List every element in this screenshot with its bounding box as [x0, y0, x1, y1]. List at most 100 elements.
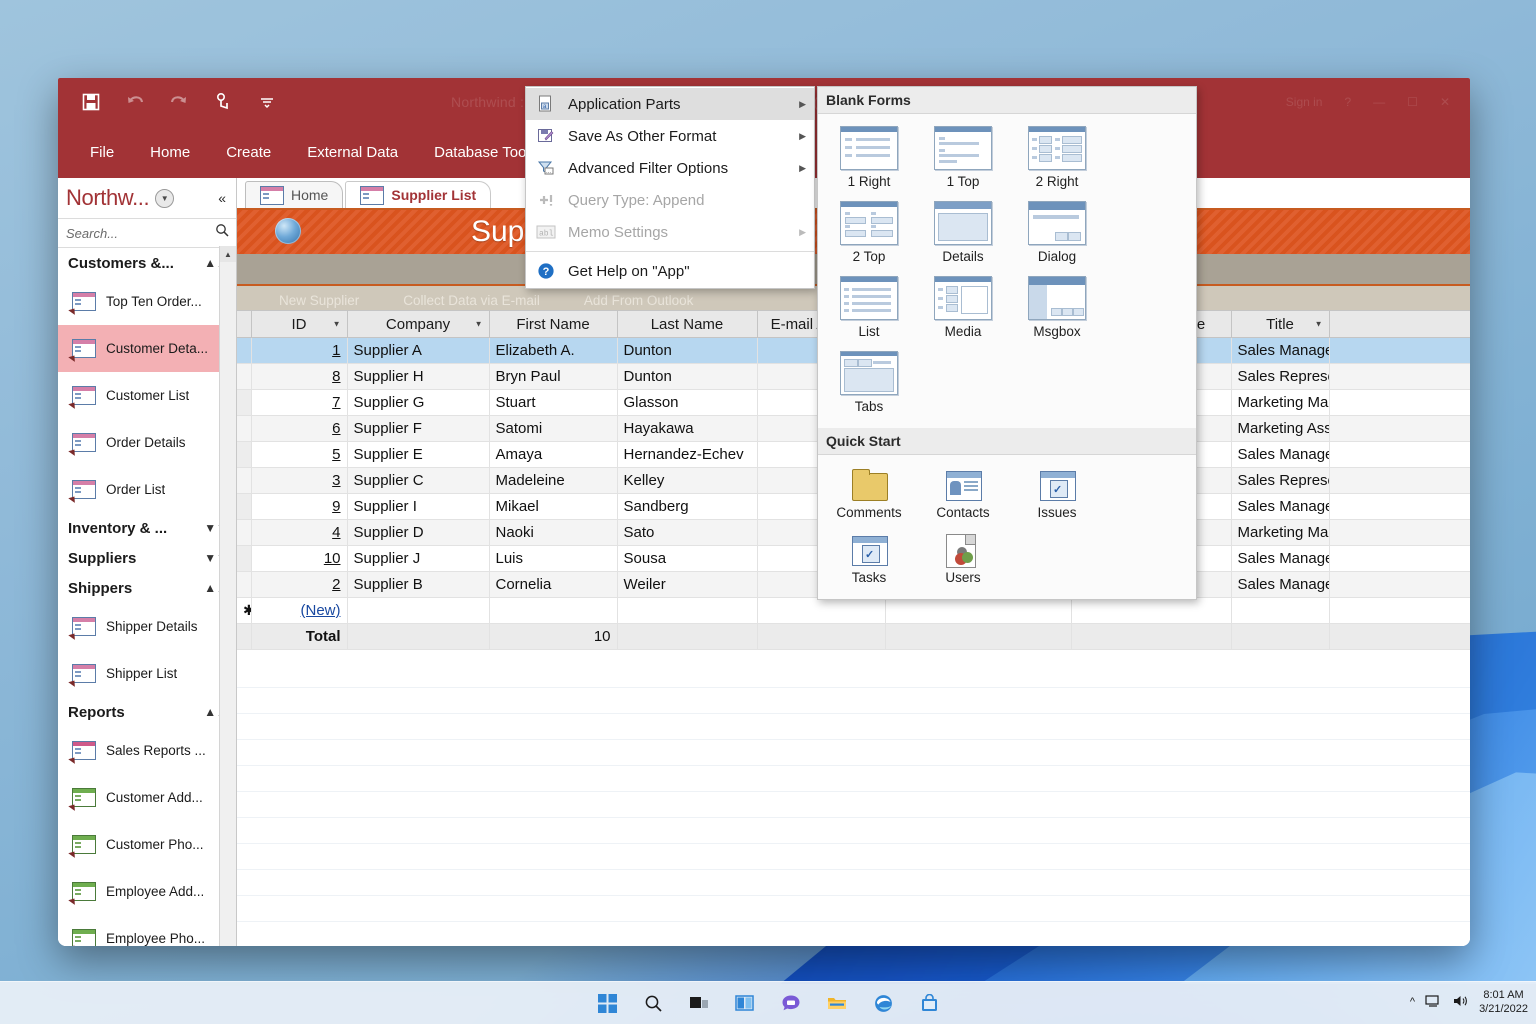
cell-id[interactable]: 4 [251, 520, 347, 546]
collapse-navigation-pane-icon[interactable]: « [218, 190, 230, 206]
gallery-item-2-right[interactable]: 2 Right [1010, 120, 1104, 195]
menu-item-application-parts[interactable]: a Application Parts ▶ [526, 88, 814, 120]
cell-company[interactable]: Supplier C [347, 468, 489, 494]
cell-last-name[interactable] [617, 598, 757, 624]
nav-group-inventory[interactable]: Inventory & ... ▼▼ [58, 513, 236, 543]
cell-id[interactable]: 2 [251, 572, 347, 598]
cell-id[interactable]: 7 [251, 390, 347, 416]
widgets-icon[interactable] [733, 991, 757, 1015]
row-selector[interactable] [237, 364, 251, 390]
gallery-item-contacts[interactable]: Contacts [916, 461, 1010, 526]
restore-button[interactable]: ☐ [1397, 91, 1428, 113]
cell-company[interactable]: Supplier H [347, 364, 489, 390]
menu-item-get-help-on-app[interactable]: ? Get Help on "App" [526, 255, 814, 287]
column-header-id[interactable]: ID▼ [251, 311, 347, 338]
cell-title[interactable]: Sales Representative [1231, 364, 1329, 390]
ribbon-tab-home[interactable]: Home [134, 136, 206, 169]
column-header-title[interactable]: Title▼ [1231, 311, 1329, 338]
nav-group-suppliers[interactable]: Suppliers ▼▼ [58, 543, 236, 573]
cell-company[interactable]: Supplier B [347, 572, 489, 598]
navigation-pane-scrollbar[interactable]: ▲ [219, 246, 236, 946]
cell-title[interactable]: Sales Manager [1231, 442, 1329, 468]
row-selector[interactable] [237, 442, 251, 468]
gallery-item-tasks[interactable]: ✓ Tasks [822, 526, 916, 591]
cell-title[interactable]: Marketing Assistant [1231, 416, 1329, 442]
row-selector[interactable] [237, 338, 251, 364]
chevron-down-icon[interactable]: ▼ [333, 320, 341, 329]
gallery-item-comments[interactable]: Comments [822, 461, 916, 526]
menu-item-advanced-filter-options[interactable]: ... Advanced Filter Options ▶ [526, 152, 814, 184]
new-record-link[interactable]: (New) [251, 598, 347, 624]
cell-title[interactable]: Sales Manager [1231, 338, 1329, 364]
nav-group-customers[interactable]: Customers &... ▲▲ [58, 248, 236, 278]
new-record-row[interactable]: ✱ (New) [237, 598, 1470, 624]
nav-item-order-details[interactable]: Order Details [58, 419, 236, 466]
taskview-icon[interactable] [687, 991, 711, 1015]
gallery-item-users[interactable]: Users [916, 526, 1010, 591]
document-tab-home[interactable]: Home [245, 181, 343, 208]
row-selector[interactable] [237, 520, 251, 546]
select-all-header[interactable] [237, 311, 251, 338]
start-icon[interactable] [595, 991, 619, 1015]
gallery-item-tabs[interactable]: Tabs [822, 345, 916, 420]
cell-id[interactable]: 1 [251, 338, 347, 364]
gallery-item-1-top[interactable]: 1 Top [916, 120, 1010, 195]
cell-company[interactable]: Supplier I [347, 494, 489, 520]
cell-title[interactable]: Marketing Manager [1231, 390, 1329, 416]
gallery-item-list[interactable]: List [822, 270, 916, 345]
cell-title[interactable]: Sales Manager [1231, 572, 1329, 598]
nav-item-employee-address-book[interactable]: Employee Add... [58, 868, 236, 915]
cell-company[interactable]: Supplier D [347, 520, 489, 546]
scroll-up-arrow-icon[interactable]: ▲ [220, 246, 236, 262]
cell-business-phone[interactable] [1071, 598, 1231, 624]
nav-item-customer-phone-book[interactable]: Customer Pho... [58, 821, 236, 868]
gallery-item-issues[interactable]: ✓ Issues [1010, 461, 1104, 526]
cell-title[interactable]: Sales Manager [1231, 494, 1329, 520]
menu-item-save-as-other-format[interactable]: Save As Other Format ▶ [526, 120, 814, 152]
nav-item-employee-phone-book[interactable]: Employee Pho... [58, 915, 236, 946]
cell-job-title[interactable] [885, 598, 1071, 624]
nav-item-shipper-details[interactable]: Shipper Details [58, 603, 236, 650]
cell-id[interactable]: 6 [251, 416, 347, 442]
navigation-search-box[interactable]: Search... [58, 219, 236, 248]
document-tab-supplier-list[interactable]: Supplier List [345, 181, 491, 208]
nav-item-top-ten-orders[interactable]: Top Ten Order... [58, 278, 236, 325]
gallery-item-msgbox[interactable]: Msgbox [1010, 270, 1104, 345]
cell-company[interactable] [347, 598, 489, 624]
nav-item-shipper-list[interactable]: Shipper List [58, 650, 236, 697]
signin-button[interactable]: Sign in [1276, 91, 1333, 113]
volume-icon[interactable] [1452, 994, 1469, 1013]
cell-first-name[interactable] [489, 598, 617, 624]
nav-item-sales-reports[interactable]: Sales Reports ... [58, 727, 236, 774]
chevron-down-icon[interactable]: ▼ [1315, 320, 1323, 329]
column-header-company[interactable]: Company▼ [347, 311, 489, 338]
navigation-pane-dropdown-icon[interactable]: ▼ [155, 189, 174, 208]
show-hidden-icons-chevron-up-icon[interactable]: ^ [1410, 996, 1415, 1010]
ribbon-tab-external-data[interactable]: External Data [291, 136, 414, 169]
minimize-button[interactable]: — [1363, 91, 1395, 113]
nav-item-customer-address-book[interactable]: Customer Add... [58, 774, 236, 821]
chevron-down-icon[interactable]: ▼ [475, 320, 483, 329]
cell-id[interactable]: 3 [251, 468, 347, 494]
row-selector[interactable] [237, 468, 251, 494]
new-supplier-button[interactable]: New Supplier [279, 293, 359, 308]
gallery-item-dialog[interactable]: Dialog [1010, 195, 1104, 270]
cell-title[interactable] [1231, 598, 1329, 624]
cell-title[interactable]: Sales Representative [1231, 468, 1329, 494]
cell-company[interactable]: Supplier F [347, 416, 489, 442]
cell-company[interactable]: Supplier G [347, 390, 489, 416]
row-selector[interactable] [237, 572, 251, 598]
file-explorer-icon[interactable] [825, 991, 849, 1015]
cell-company[interactable]: Supplier A [347, 338, 489, 364]
chat-icon[interactable] [779, 991, 803, 1015]
network-icon[interactable] [1425, 994, 1442, 1013]
nav-item-customer-list[interactable]: Customer List [58, 372, 236, 419]
cell-id[interactable]: 9 [251, 494, 347, 520]
gallery-item-2-top[interactable]: 2 Top [822, 195, 916, 270]
cell-company[interactable]: Supplier J [347, 546, 489, 572]
row-selector[interactable] [237, 546, 251, 572]
search-icon[interactable] [215, 223, 230, 243]
row-selector[interactable] [237, 416, 251, 442]
row-selector[interactable] [237, 390, 251, 416]
nav-item-customer-details[interactable]: Customer Deta... [58, 325, 236, 372]
